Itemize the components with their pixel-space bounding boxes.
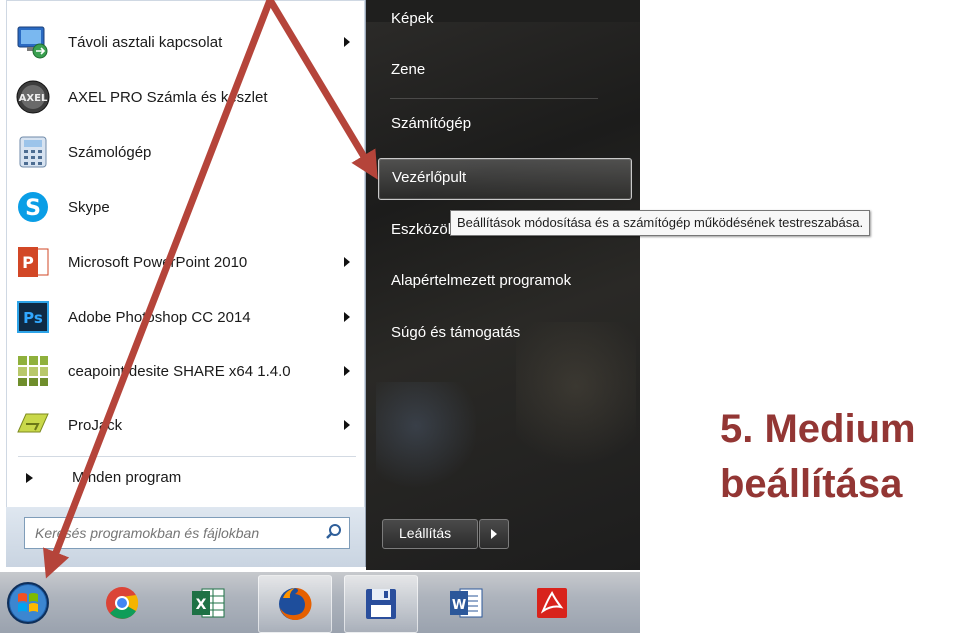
taskbar-chrome[interactable] <box>86 575 158 631</box>
program-item-powerpoint[interactable]: P Microsoft PowerPoint 2010 <box>6 236 359 288</box>
taskbar-save-app[interactable] <box>344 575 418 633</box>
search-box[interactable] <box>24 517 350 549</box>
place-label: Alapértelmezett programok <box>391 272 572 289</box>
background-blur <box>376 382 476 492</box>
place-item-computer[interactable]: Számítógép <box>378 109 630 139</box>
submenu-arrow-icon[interactable] <box>344 312 350 322</box>
projack-icon <box>17 413 49 433</box>
program-label: Távoli asztali kapcsolat <box>68 33 223 51</box>
place-item-music[interactable]: Zene <box>378 55 630 85</box>
program-item-remote-desktop[interactable]: Távoli asztali kapcsolat <box>6 16 359 68</box>
slide-caption: 5. Medium beállítása <box>720 402 916 512</box>
place-label: Vezérlőpult <box>392 169 467 186</box>
photoshop-icon: Ps <box>17 301 49 333</box>
axel-logo-icon: AXEL <box>16 80 50 114</box>
control-panel-tooltip: Beállítások módosítása és a számítógép m… <box>450 210 871 236</box>
save-floppy-icon <box>366 589 396 619</box>
svg-text:AXEL: AXEL <box>19 93 48 104</box>
divider <box>390 98 598 99</box>
caption-line: 5. Medium <box>720 407 916 451</box>
taskbar-word[interactable]: W <box>430 575 502 631</box>
shutdown-button[interactable]: Leállítás <box>382 519 478 549</box>
place-label: Eszközök <box>391 221 456 238</box>
firefox-icon <box>279 587 312 620</box>
submenu-arrow-icon[interactable] <box>344 37 350 47</box>
program-item-skype[interactable]: S Skype <box>6 181 359 233</box>
divider <box>18 456 356 457</box>
svg-text:Ps: Ps <box>23 309 43 327</box>
skype-icon: S <box>18 192 48 222</box>
taskbar-partial-item[interactable] <box>602 575 640 631</box>
submenu-arrow-icon[interactable] <box>344 257 350 267</box>
place-label: Zene <box>391 61 426 78</box>
shutdown-label: Leállítás <box>399 525 452 541</box>
svg-text:S: S <box>25 196 41 221</box>
place-item-help[interactable]: Súgó és támogatás <box>378 318 630 348</box>
taskbar: X W <box>0 572 640 633</box>
arrow-right-icon <box>491 529 497 539</box>
program-item-ceapoint[interactable]: ceapoint desite SHARE x64 1.4.0 <box>6 345 359 397</box>
place-label: Képek <box>391 10 434 27</box>
program-item-calculator[interactable]: Számológép <box>6 126 359 178</box>
program-item-photoshop[interactable]: Ps Adobe Photoshop CC 2014 <box>6 291 359 343</box>
program-label: Számológép <box>68 143 152 161</box>
program-label: ceapoint desite SHARE x64 1.4.0 <box>68 362 291 380</box>
shutdown-options-button[interactable] <box>479 519 509 549</box>
search-input[interactable] <box>33 522 317 544</box>
taskbar-excel[interactable]: X <box>172 575 244 631</box>
caption-line: beállítása <box>720 462 903 506</box>
program-label: Skype <box>68 198 110 216</box>
calculator-icon <box>19 136 47 168</box>
place-item-control-panel[interactable]: Vezérlőpult <box>378 158 632 200</box>
all-programs-button[interactable]: Minden program <box>6 460 359 496</box>
search-area <box>6 507 365 567</box>
svg-text:P: P <box>22 253 34 272</box>
tooltip-text: Beállítások módosítása és a számítógép m… <box>457 215 864 230</box>
taskbar-acrobat[interactable] <box>516 575 588 631</box>
program-label: AXEL PRO Számla és készlet <box>68 88 268 106</box>
all-programs-label: Minden program <box>72 469 182 486</box>
start-button[interactable] <box>0 575 78 631</box>
start-menu-places-pane <box>366 22 640 570</box>
svg-text:W: W <box>452 598 466 613</box>
expand-arrow-icon <box>26 473 33 483</box>
svg-text:X: X <box>196 597 207 613</box>
place-label: Számítógép <box>391 115 472 132</box>
program-label: Adobe Photoshop CC 2014 <box>68 308 251 326</box>
search-icon[interactable] <box>325 523 343 541</box>
submenu-arrow-icon[interactable] <box>344 420 350 430</box>
place-item-default-programs[interactable]: Alapértelmezett programok <box>378 266 630 296</box>
start-menu: Távoli asztali kapcsolat AXEL AXEL PRO S… <box>0 0 640 572</box>
remote-desktop-icon <box>17 26 48 59</box>
place-item-pictures[interactable]: Képek <box>378 4 630 34</box>
excel-icon: X <box>192 588 225 618</box>
ceapoint-icon <box>18 356 48 386</box>
program-item-axel-pro[interactable]: AXEL AXEL PRO Számla és készlet <box>6 71 359 123</box>
start-orb-icon <box>7 582 49 624</box>
place-label: Súgó és támogatás <box>391 324 521 341</box>
program-label: ProJack <box>68 416 123 434</box>
word-icon: W <box>450 588 483 618</box>
acrobat-icon <box>537 588 567 618</box>
chrome-icon <box>106 587 139 619</box>
program-label: Microsoft PowerPoint 2010 <box>68 253 248 271</box>
powerpoint-icon: P <box>18 247 49 277</box>
program-item-projack[interactable]: ProJack <box>6 399 359 451</box>
taskbar-firefox[interactable] <box>258 575 332 633</box>
submenu-arrow-icon[interactable] <box>344 366 350 376</box>
